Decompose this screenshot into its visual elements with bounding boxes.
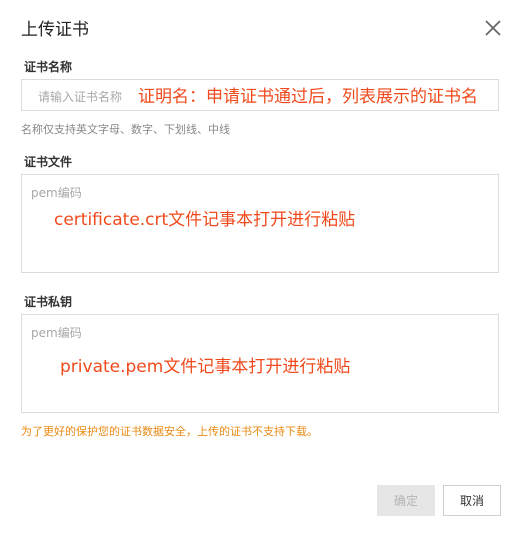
upload-certificate-dialog: 上传证书 证书名称 请输入证书名称 证明名：申请证书通过后，列表展示的证书名 名…: [0, 0, 525, 533]
cert-file-annotation: certificate.crt文件记事本打开进行粘贴: [54, 210, 356, 230]
close-icon[interactable]: [483, 18, 503, 38]
dialog-title: 上传证书: [21, 20, 89, 40]
cert-name-placeholder: 请输入证书名称: [38, 90, 123, 104]
cert-key-label: 证书私钥: [24, 295, 73, 309]
cert-name-hint: 名称仅支持英文字母、数字、下划线、中线: [21, 123, 230, 136]
cert-file-label: 证书文件: [24, 155, 73, 169]
cert-key-annotation: private.pem文件记事本打开进行粘贴: [60, 357, 351, 377]
cert-name-label: 证书名称: [24, 60, 73, 74]
cancel-button[interactable]: 取消: [443, 485, 501, 516]
cert-file-placeholder: pem编码: [31, 186, 82, 200]
cert-name-annotation: 证明名：申请证书通过后，列表展示的证书名: [138, 87, 478, 107]
confirm-button[interactable]: 确定: [377, 485, 435, 516]
cert-key-placeholder: pem编码: [31, 326, 82, 340]
security-warning: 为了更好的保护您的证书数据安全，上传的证书不支持下载。: [21, 425, 318, 438]
